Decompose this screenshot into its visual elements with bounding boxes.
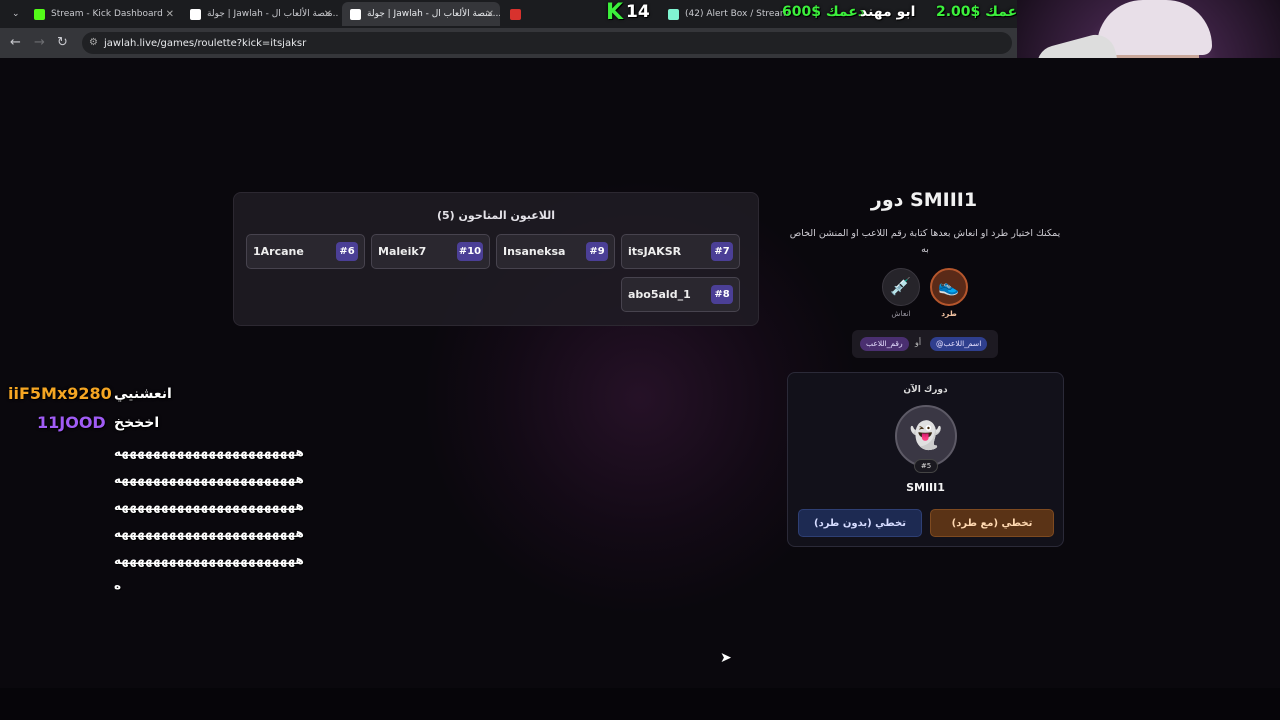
chat-username: 11JOOD — [37, 413, 106, 432]
player-number: #10 — [457, 242, 483, 261]
reload-icon[interactable]: ↻ — [57, 35, 68, 50]
revive-action-button[interactable]: 💉 — [882, 268, 920, 306]
close-icon[interactable]: ✕ — [324, 9, 332, 20]
tab-search-button[interactable]: ⌄ — [4, 2, 24, 26]
chat-spam-line: هههههههههههههههههههههههه — [114, 445, 305, 459]
url-text: jawlah.live/games/roulette?kick=itsjaksr — [104, 37, 307, 49]
goal-right: 2.00$ دعمك — [936, 4, 1024, 20]
turn-title: دور SMIII1 — [870, 189, 978, 211]
streamlabs-favicon-icon — [668, 8, 679, 20]
goal-center: ابو مهند — [860, 4, 916, 20]
back-icon[interactable]: ← — [10, 35, 21, 50]
player-name: abo5ald_1 — [628, 288, 691, 301]
chat-spam-line: ه — [114, 578, 122, 592]
player-name: Maleik7 — [378, 245, 427, 258]
close-icon[interactable]: ✕ — [166, 9, 174, 20]
tab-jawlah-2[interactable]: جولة | Jawlah - منصة الألعاب ال... ✕ — [342, 2, 500, 26]
player-number: #6 — [336, 242, 358, 261]
current-player-name: SMIII1 — [906, 481, 945, 494]
current-turn-card: دورك الآن 👻 #5 SMIII1 تخطي (بدون طرد) تخ… — [787, 372, 1064, 547]
player-card[interactable]: Maleik7 #10 — [371, 234, 490, 269]
chat-username: iiF5Mx9280 — [8, 384, 112, 403]
kick-favicon-icon — [34, 8, 45, 20]
tab-kick-dashboard[interactable]: Stream - Kick Dashboard ✕ — [26, 2, 180, 26]
tab-red[interactable] — [502, 2, 526, 26]
goal-left-text: 600$ دعمك — [782, 4, 866, 20]
player-card[interactable]: 1Arcane #6 — [246, 234, 365, 269]
syringe-icon: 💉 — [890, 277, 912, 297]
player-number-badge: #5 — [914, 459, 938, 473]
kick-logo-icon: K — [606, 0, 624, 25]
chat-message: انعشنيي — [114, 386, 172, 402]
chat-spam-line: هههههههههههههههههههههههه — [114, 553, 305, 567]
player-mention-chip: @اسم_اللاعب — [930, 337, 988, 351]
sneaker-icon: 👟 — [938, 277, 960, 297]
player-number: #7 — [711, 242, 733, 261]
kick-count: 14 — [626, 2, 650, 22]
close-icon[interactable]: ✕ — [486, 9, 494, 20]
player-number: #8 — [711, 285, 733, 304]
forward-icon[interactable]: → — [34, 35, 45, 50]
ghost-icon: 👻 — [909, 421, 943, 451]
mouse-cursor-icon: ➤ — [720, 650, 732, 666]
chat-spam-line: هههههههههههههههههههههههه — [114, 499, 305, 513]
bottom-bar — [0, 688, 1280, 720]
revive-label: انعاش — [891, 309, 911, 318]
address-bar[interactable]: ⚙ jawlah.live/games/roulette?kick=itsjak… — [82, 32, 1012, 54]
player-name: 1Arcane — [253, 245, 304, 258]
tab-title: Stream - Kick Dashboard — [51, 9, 163, 19]
command-hint: رقم_اللاعب أو @اسم_اللاعب — [852, 330, 998, 358]
goal-left: 600$ دعمك — [782, 4, 865, 20]
player-name: Insaneksa — [503, 245, 566, 258]
tab-jawlah-1[interactable]: جولة | Jawlah - منصة الألعاب ال... ✕ — [182, 2, 338, 26]
player-avatar: 👻 — [895, 405, 957, 467]
site-info-icon[interactable]: ⚙ — [89, 37, 98, 48]
available-players-panel: اللاعبون المتاحون (5) itsJAKSR #7 Insane… — [233, 192, 759, 326]
player-number: #9 — [586, 242, 608, 261]
tab-streamlabs[interactable]: (42) Alert Box / Streamlabs — [660, 2, 790, 26]
chevron-down-icon: ⌄ — [12, 9, 20, 19]
jawlah-favicon-icon — [190, 8, 201, 20]
tab-title: جولة | Jawlah - منصة الألعاب ال... — [207, 9, 338, 19]
red-favicon-icon — [510, 8, 521, 20]
goal-right-text: 2.00$ دعمك — [936, 4, 1025, 20]
jawlah-favicon-icon — [350, 8, 361, 20]
player-name: itsJAKSR — [628, 245, 682, 258]
current-turn-title: دورك الآن — [903, 385, 948, 395]
skip-with-kick-button[interactable]: تخطي (مع طرد) — [930, 509, 1054, 537]
player-card[interactable]: itsJAKSR #7 — [621, 234, 740, 269]
chat-message: اخخخخ — [114, 415, 160, 431]
panel-title: اللاعبون المتاحون (5) — [436, 209, 556, 222]
kick-action-button[interactable]: 👟 — [930, 268, 968, 306]
tab-title: جولة | Jawlah - منصة الألعاب ال... — [367, 9, 500, 19]
player-number-chip: رقم_اللاعب — [860, 337, 909, 351]
player-card[interactable]: Insaneksa #9 — [496, 234, 615, 269]
player-card[interactable]: abo5ald_1 #8 — [621, 277, 740, 312]
skip-without-kick-button[interactable]: تخطي (بدون طرد) — [798, 509, 922, 537]
or-label: أو — [915, 338, 922, 347]
tab-title: (42) Alert Box / Streamlabs — [685, 9, 790, 19]
kick-label: طرد — [941, 309, 957, 318]
chat-spam-line: هههههههههههههههههههههههه — [114, 472, 305, 486]
game-page: اللاعبون المتاحون (5) itsJAKSR #7 Insane… — [0, 58, 1280, 720]
turn-description: يمكنك اختيار طرد او انعاش بعدها كتابة رق… — [789, 228, 1061, 255]
chat-spam-line: هههههههههههههههههههههههه — [114, 526, 305, 540]
